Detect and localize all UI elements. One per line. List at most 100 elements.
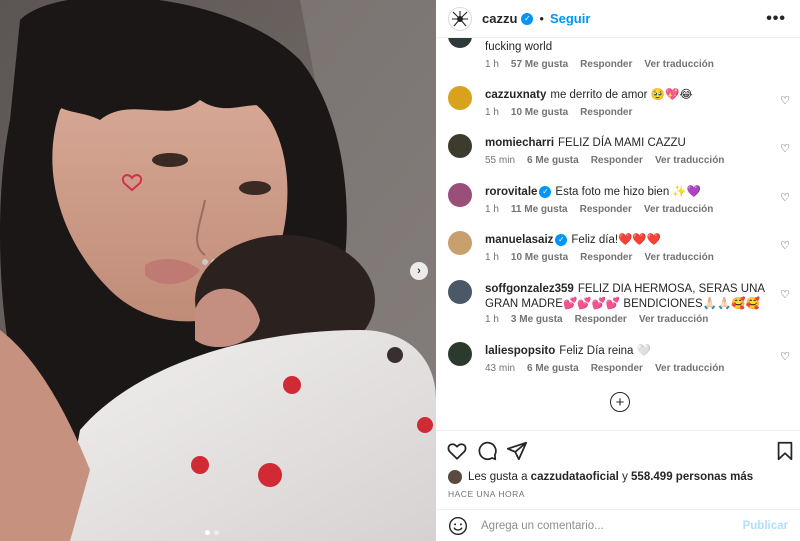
comment-likes[interactable]: 6 Me gusta — [527, 155, 579, 166]
reply-button[interactable]: Responder — [580, 204, 632, 215]
comment-meta: 1 h 10 Me gusta Responder — [485, 107, 632, 118]
reply-button[interactable]: Responder — [591, 155, 643, 166]
reply-button[interactable]: Responder — [591, 363, 643, 374]
emoji-icon[interactable] — [448, 516, 468, 536]
comment-text: soffgonzalez359 FELIZ DIA HERMOSA, SERAS … — [485, 282, 775, 312]
more-options-icon[interactable]: ••• — [766, 10, 786, 28]
comment-avatar[interactable] — [448, 280, 472, 304]
translate-button[interactable]: Ver traducción — [655, 155, 724, 166]
comment-likes[interactable]: 11 Me gusta — [511, 204, 568, 215]
comment-likes[interactable]: 10 Me gusta — [511, 252, 568, 263]
translate-button[interactable]: Ver traducción — [655, 363, 724, 374]
comments-list[interactable]: fucking world 1 h 57 Me gusta Responder … — [436, 38, 800, 430]
translate-button[interactable]: Ver traducción — [644, 252, 713, 263]
bookmark-icon[interactable] — [774, 440, 796, 462]
heart-icon[interactable]: ♡ — [780, 94, 790, 107]
reply-button[interactable]: Responder — [575, 314, 627, 325]
comment-item: cazzuxnaty me derrito de amor 🥹💖😂 1 h 10 … — [448, 86, 796, 130]
separator: • — [539, 11, 544, 26]
comment-avatar[interactable] — [448, 86, 472, 110]
comment-meta: 1 h 3 Me gusta Responder Ver traducción — [485, 314, 708, 325]
comment-item: rorovitale ✓ Esta foto me hizo bien ✨💜 1 h… — [448, 183, 796, 227]
post-photo[interactable]: › — [0, 0, 436, 541]
comment-likes[interactable]: 57 Me gusta — [511, 59, 568, 70]
next-photo-button[interactable]: › — [410, 262, 428, 280]
reply-button[interactable]: Responder — [580, 252, 632, 263]
verified-badge-icon: ✓ — [521, 12, 534, 25]
comment-item: laliespopsito Feliz Día reina 🤍 43 min 6 … — [448, 342, 796, 386]
likes-count[interactable]: 558.499 personas más — [631, 471, 753, 483]
comment-body: Feliz Día reina 🤍 — [559, 345, 651, 357]
comment-item: manuelasaiz ✓ Feliz día!❤️❤️❤️ 1 h 10 Me g… — [448, 231, 796, 275]
comment-meta: 1 h 10 Me gusta Responder Ver traducción — [485, 252, 714, 263]
comment-likes[interactable]: 10 Me gusta — [511, 107, 568, 118]
heart-icon[interactable]: ♡ — [780, 350, 790, 363]
comment-item: fucking world 1 h 57 Me gusta Responder … — [448, 38, 796, 70]
author-username[interactable]: cazzu — [482, 11, 517, 26]
comment-meta: 1 h 11 Me gusta Responder Ver traducción — [485, 204, 713, 215]
comment-item: momiecharri FELIZ DÍA MAMI CAZZU 55 min 6… — [448, 134, 796, 178]
comment-text: laliespopsito Feliz Día reina 🤍 — [485, 344, 775, 359]
comment-meta: 1 h 57 Me gusta Responder Ver traducción — [485, 59, 714, 70]
plus-circle-icon: + — [615, 393, 625, 411]
comment-body: fucking world — [485, 41, 553, 53]
comment-item: soffgonzalez359 FELIZ DIA HERMOSA, SERAS … — [448, 280, 796, 340]
comment-time: 1 h — [485, 314, 499, 325]
post-side-panel: cazzu ✓ • Seguir ••• fucking world 1 h 5… — [436, 0, 800, 541]
comment-text: fucking world — [485, 40, 775, 55]
comment-likes[interactable]: 3 Me gusta — [511, 314, 563, 325]
comment-username[interactable]: cazzuxnaty — [485, 89, 546, 101]
post-timestamp[interactable]: HACE UNA HORA — [448, 489, 525, 499]
comment-avatar[interactable] — [448, 231, 472, 255]
share-icon[interactable] — [506, 440, 528, 462]
photo-illustration — [0, 0, 436, 541]
likes-summary: Les gusta a cazzudataoficial y 558.499 p… — [448, 470, 753, 484]
heart-icon[interactable]: ♡ — [780, 142, 790, 155]
translate-button[interactable]: Ver traducción — [644, 204, 713, 215]
verified-badge-icon: ✓ — [539, 185, 552, 198]
translate-button[interactable]: Ver traducción — [644, 59, 713, 70]
comment-time: 55 min — [485, 155, 516, 166]
chevron-right-icon: › — [417, 265, 421, 277]
follow-button[interactable]: Seguir — [550, 11, 590, 26]
comment-avatar[interactable] — [448, 183, 472, 207]
heart-icon[interactable]: ♡ — [780, 288, 790, 301]
comment-avatar[interactable] — [448, 38, 472, 48]
comment-body: Feliz día!❤️❤️❤️ — [571, 234, 662, 246]
comment-avatar[interactable] — [448, 342, 472, 366]
comment-time: 1 h — [485, 204, 499, 215]
comment-username[interactable]: manuelasaiz — [485, 234, 553, 246]
comment-meta: 43 min 6 Me gusta Responder Ver traducci… — [485, 363, 724, 374]
likes-prefix: Les gusta a — [468, 471, 528, 483]
comment-body: me derrito de amor 🥹💖😂 — [550, 89, 693, 101]
comment-username[interactable]: laliespopsito — [485, 345, 555, 357]
comment-time: 43 min — [485, 363, 516, 374]
comment-text: momiecharri FELIZ DÍA MAMI CAZZU — [485, 136, 775, 151]
comment-avatar[interactable] — [448, 134, 472, 158]
reply-button[interactable]: Responder — [580, 107, 632, 118]
comment-icon[interactable] — [476, 440, 498, 462]
comment-input[interactable] — [481, 519, 743, 532]
comment-username[interactable]: rorovitale — [485, 186, 537, 198]
translate-button[interactable]: Ver traducción — [639, 314, 708, 325]
comment-username[interactable]: soffgonzalez359 — [485, 283, 574, 295]
heart-icon[interactable]: ♡ — [780, 191, 790, 204]
verified-badge-icon: ✓ — [555, 233, 568, 246]
comment-time: 1 h — [485, 252, 499, 263]
comment-likes[interactable]: 6 Me gusta — [527, 363, 579, 374]
comment-text: manuelasaiz ✓ Feliz día!❤️❤️❤️ — [485, 233, 775, 248]
reply-button[interactable]: Responder — [580, 59, 632, 70]
spider-logo-icon — [452, 10, 468, 26]
comment-time: 1 h — [485, 107, 499, 118]
comment-body: Esta foto me hizo bien ✨💜 — [555, 186, 702, 198]
liker-username[interactable]: cazzudataoficial — [531, 471, 619, 483]
comment-text: cazzuxnaty me derrito de amor 🥹💖😂 — [485, 88, 775, 103]
comment-meta: 55 min 6 Me gusta Responder Ver traducci… — [485, 155, 724, 166]
comment-username[interactable]: momiecharri — [485, 137, 554, 149]
liker-avatar[interactable] — [448, 470, 462, 484]
load-more-comments-button[interactable]: + — [610, 392, 630, 412]
heart-icon[interactable] — [446, 440, 468, 462]
author-avatar[interactable] — [448, 6, 472, 31]
heart-icon[interactable]: ♡ — [780, 239, 790, 252]
publish-button[interactable]: Publicar — [743, 520, 788, 532]
